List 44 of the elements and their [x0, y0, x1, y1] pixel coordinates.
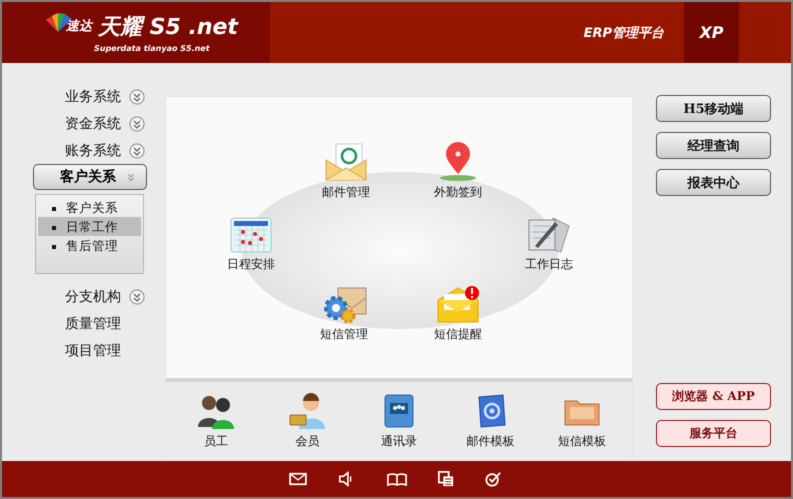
sidebar-item[interactable]: 项目管理 [65, 337, 165, 364]
workflow-label[interactable]: 外勤签到 [434, 184, 482, 201]
chevron-down-icon [129, 116, 145, 132]
brand-mark: 速达 [66, 18, 92, 35]
shortcut-label[interactable]: 邮件模板 [466, 433, 515, 450]
workflow-label[interactable]: 短信管理 [320, 326, 368, 343]
sidebar-item[interactable]: 质量管理 [65, 310, 165, 337]
sidebar-item[interactable]: 业务系统 [65, 83, 165, 110]
brand-subtitle: Superdata tianyao S5.net [94, 44, 210, 53]
workflow-label[interactable]: 日程安排 [227, 256, 275, 273]
check-circle-icon[interactable] [484, 471, 500, 487]
menu-button[interactable]: H5移动端 [656, 95, 771, 122]
mail-icon[interactable] [288, 472, 306, 486]
platform-title: ERP管理平台 [584, 24, 664, 42]
workflow-label[interactable]: 邮件管理 [322, 184, 370, 201]
workflow-label[interactable]: 短信提醒 [434, 326, 482, 343]
documents-icon[interactable] [438, 471, 454, 487]
menu-button[interactable]: 报表中心 [656, 169, 771, 196]
chevron-down-icon [129, 142, 145, 158]
shortcut-label[interactable]: 员工 [204, 433, 228, 450]
member-card-icon[interactable] [287, 393, 328, 429]
sidebar-item[interactable]: 资金系统 [65, 110, 165, 137]
menu-button[interactable]: 服务平台 [656, 420, 771, 447]
brand-name: 天耀 S5 .net [98, 14, 238, 42]
chevron-down-icon [129, 88, 145, 104]
submenu-item[interactable]: 售后管理 [38, 236, 141, 255]
chevron-down-icon [129, 288, 145, 304]
shortcut-label[interactable]: 会员 [295, 433, 320, 450]
people-icon[interactable] [196, 393, 236, 429]
menu-button[interactable]: 浏览器 & APP [656, 383, 771, 410]
submenu-item[interactable]: 日常工作 [38, 217, 141, 236]
sidebar-item[interactable]: 账务系统 [65, 137, 165, 164]
sidebar-item[interactable]: 客户关系 [33, 164, 147, 190]
submenu-item[interactable]: 客户关系 [38, 198, 141, 217]
shortcut-label[interactable]: 短信模板 [558, 433, 606, 450]
book-icon[interactable] [386, 472, 406, 486]
bullet-icon [52, 206, 56, 211]
bullet-icon [52, 226, 56, 230]
edition-badge: XP [684, 2, 739, 63]
sidebar-item[interactable]: 分支机构 [65, 283, 165, 310]
menu-button[interactable]: 经理查询 [656, 132, 771, 159]
shortcut-label[interactable]: 通讯录 [380, 433, 417, 450]
bullet-icon [52, 244, 56, 249]
workflow-label[interactable]: 工作日志 [525, 256, 573, 273]
